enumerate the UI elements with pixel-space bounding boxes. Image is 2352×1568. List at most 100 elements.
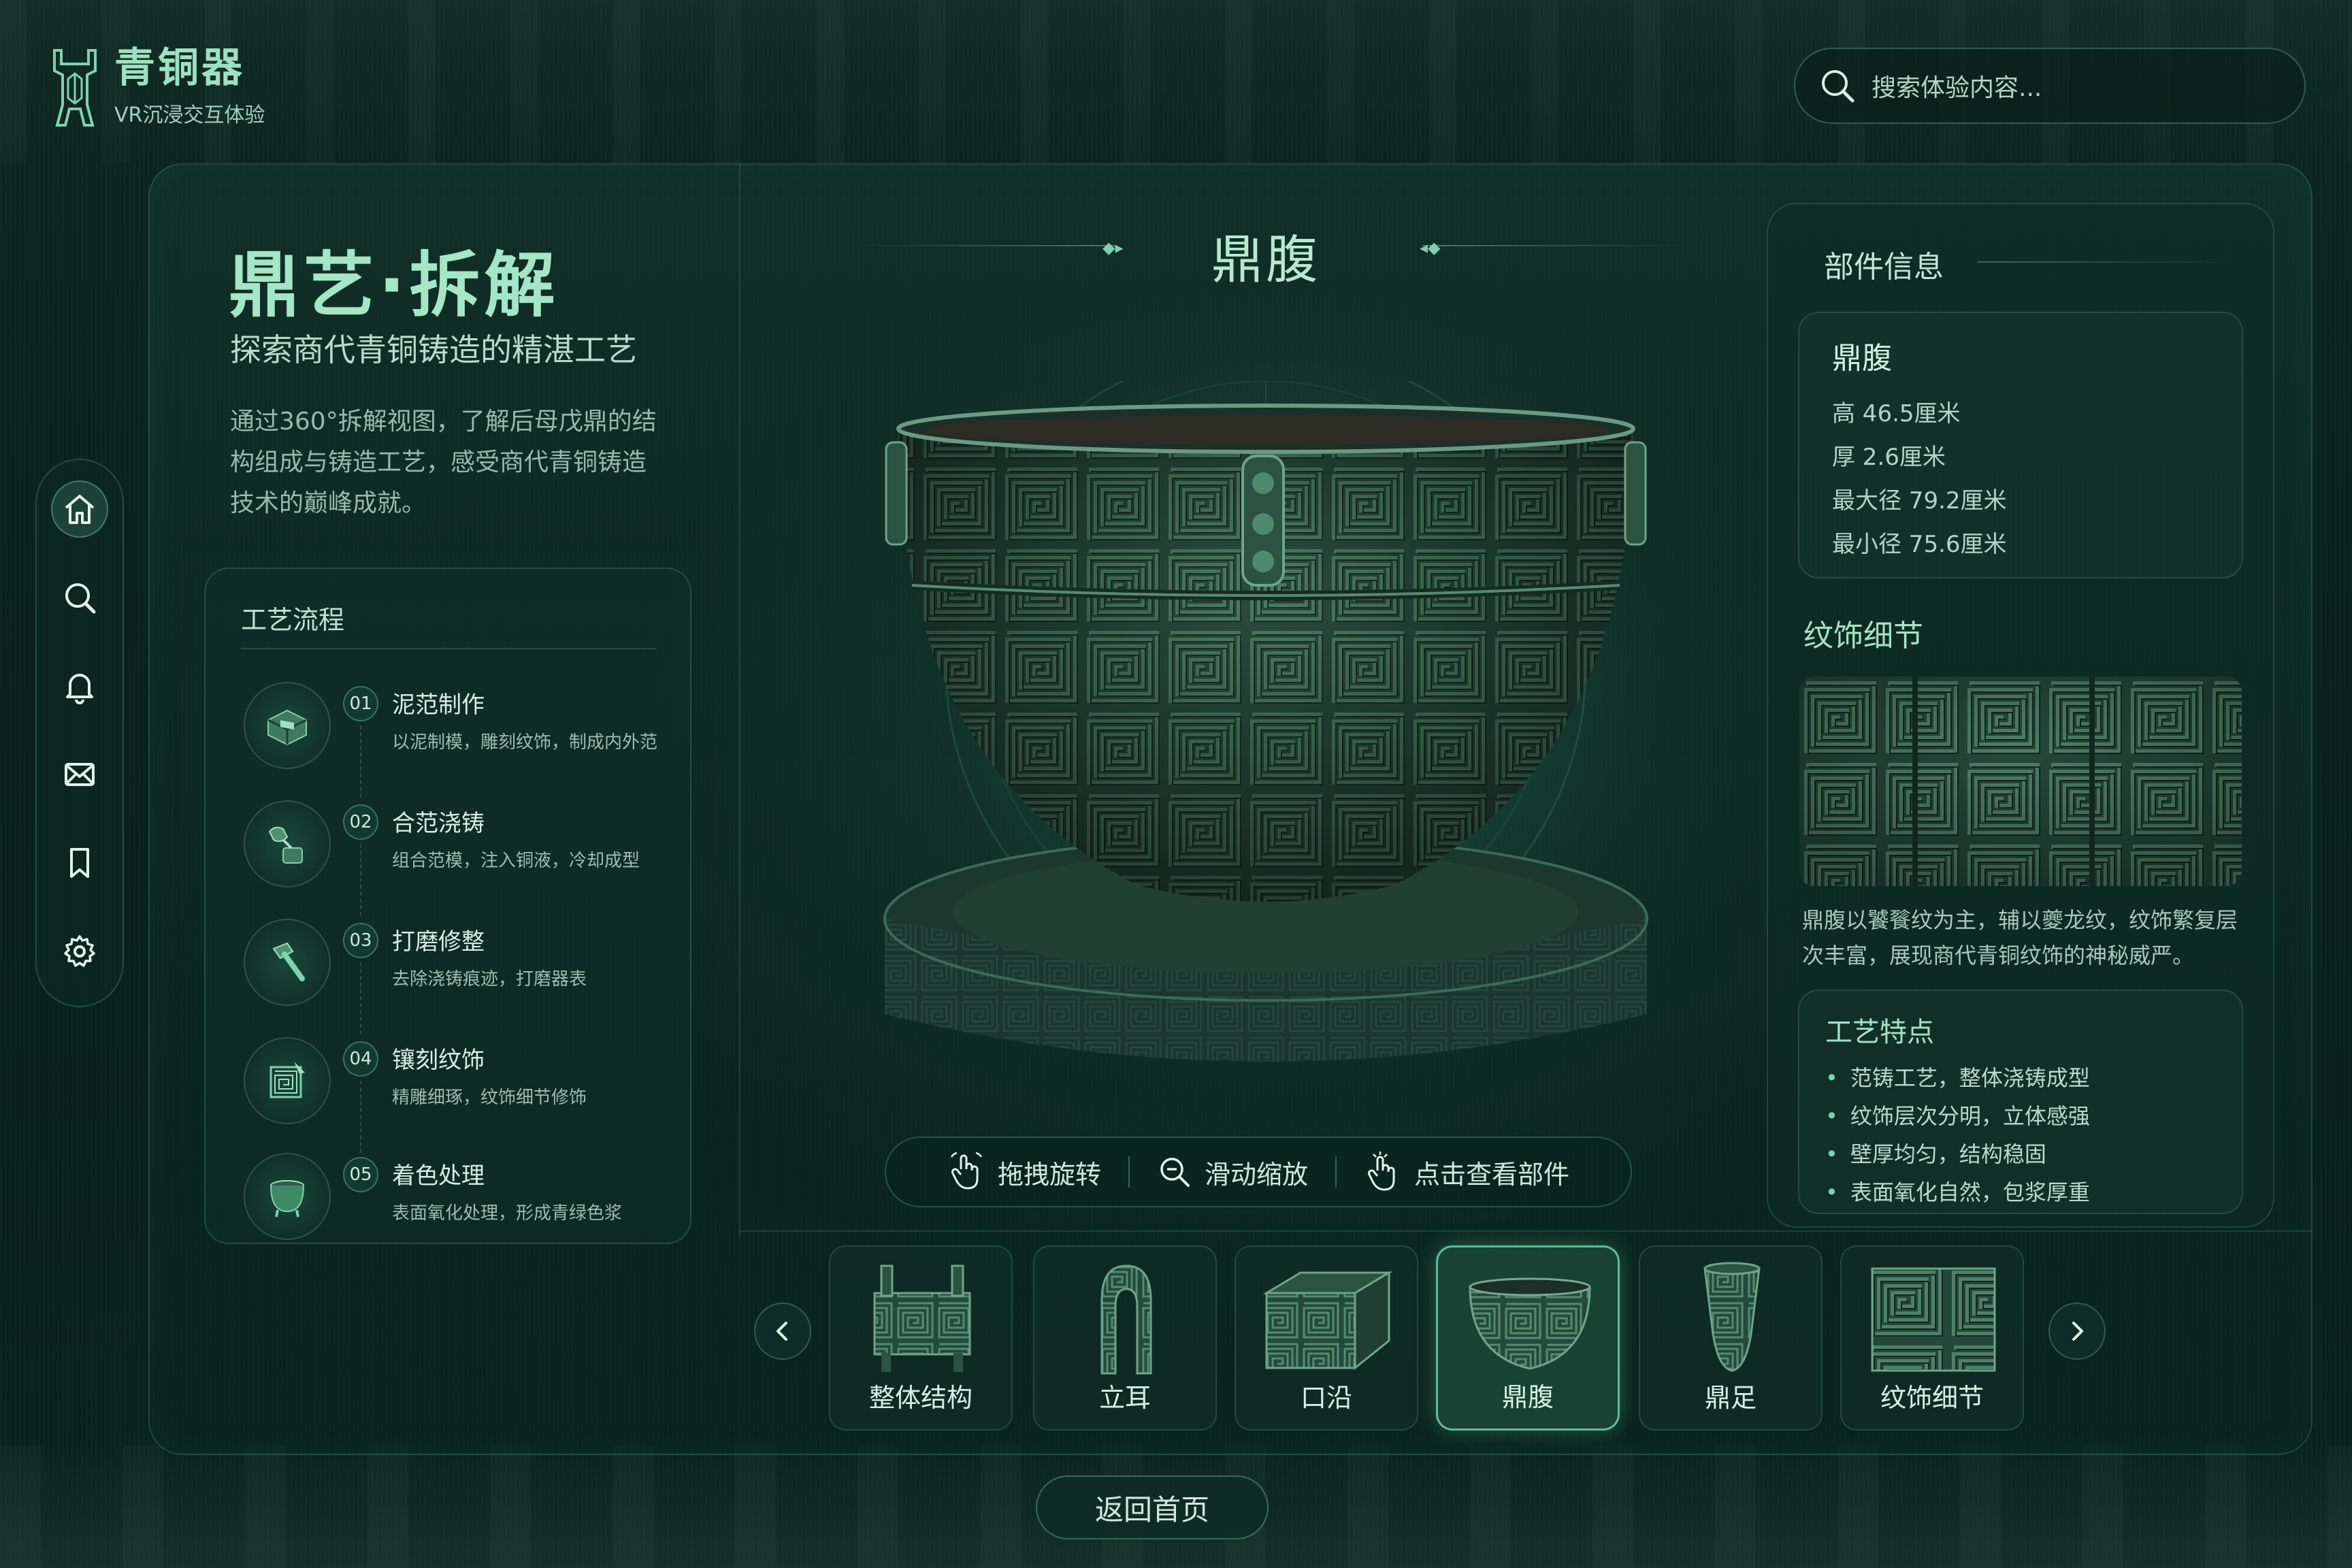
gear-icon (64, 935, 95, 967)
hint-tap-part[interactable]: 点击查看部件 (1364, 1152, 1569, 1192)
step-description: 去除浇铸痕迹，打磨器表 (392, 969, 587, 990)
hint-zoom[interactable]: 滑动缩放 (1157, 1154, 1308, 1191)
part-name: 鼎腹 (1832, 341, 1892, 376)
sidebar-item-home[interactable] (51, 480, 108, 538)
step-name: 镶刻纹饰 (392, 1047, 485, 1074)
divider (739, 163, 740, 1239)
sidebar-item-bookmarks[interactable] (51, 834, 108, 892)
back-home-button[interactable]: 返回首页 (1036, 1475, 1269, 1539)
search-icon (65, 583, 96, 614)
drag-hand-icon (950, 1152, 983, 1190)
process-step[interactable]: 04 镶刻纹饰 精雕细琢，纹饰细节修饰 (244, 1037, 679, 1153)
step-connector (360, 1081, 361, 1153)
tap-hand-icon (1368, 1152, 1395, 1191)
home-icon (65, 495, 95, 524)
interaction-hints: 拖拽旋转 滑动缩放 点击查看部件 (885, 1137, 1632, 1207)
page-description: 通过360°拆解视图，了解后母戊鼎的结构组成与铸造工艺，感受商代青铜铸造技术的巅… (230, 408, 657, 517)
sidebar-item-notifications[interactable] (51, 657, 108, 715)
rim-image (1262, 1271, 1393, 1371)
3d-model-viewport[interactable] (837, 381, 1695, 1102)
divider (1128, 1156, 1130, 1188)
part-label: 鼎腹 (1501, 1382, 1554, 1412)
step-name: 泥范制作 (392, 691, 485, 719)
process-step[interactable]: 05 着色处理 表面氧化处理，形成青绿色浆 (244, 1153, 679, 1255)
step-connector (360, 844, 361, 916)
sidebar-item-settings[interactable] (51, 923, 108, 980)
spec-height: 高 46.5厘米 (1832, 400, 1961, 427)
mold-icon (267, 709, 307, 746)
spec-max-diameter: 最大径 79.2厘米 (1832, 487, 2007, 514)
bookmark-icon (70, 848, 89, 878)
step-connector (360, 962, 361, 1034)
search-placeholder: 搜索体验内容... (1872, 74, 2042, 102)
pattern-description: 鼎腹以饕餮纹为主，辅以夔龙纹，纹饰繁复层次丰富，展现商代青铜纹饰的神秘威严。 (1802, 907, 2238, 968)
page-title: 鼎艺·拆解 (229, 244, 559, 327)
prev-button[interactable] (754, 1303, 811, 1360)
sidebar (35, 459, 124, 1007)
part-thumbnail-leg[interactable]: 鼎足 (1639, 1245, 1823, 1431)
spec-min-diameter: 最小径 75.6厘米 (1832, 531, 2007, 558)
step-name: 合范浇铸 (392, 810, 485, 837)
hint-label: 拖拽旋转 (997, 1159, 1101, 1190)
process-step[interactable]: 02 合范浇铸 组合范模，注入铜液，冷却成型 (244, 800, 679, 916)
part-thumbnail-belly[interactable]: 鼎腹 (1436, 1245, 1620, 1431)
page-subtitle: 探索商代青铜铸造的精湛工艺 (230, 331, 637, 368)
bell-icon (66, 674, 93, 704)
process-step[interactable]: 01 泥范制作 以泥制模，雕刻纹饰，制成内外范 (244, 682, 679, 798)
viewer-title: 鼎腹 (1211, 229, 1320, 290)
step-connector (360, 725, 361, 798)
whole-structure-image (873, 1264, 971, 1372)
carving-icon (270, 1062, 305, 1098)
part-thumbnail-pattern[interactable]: 纹饰细节 (1840, 1245, 2024, 1431)
part-label: 纹饰细节 (1880, 1383, 1984, 1413)
part-label: 立耳 (1098, 1383, 1151, 1413)
search-input[interactable]: 搜索体验内容... (1794, 48, 2306, 124)
hammer-icon (272, 942, 305, 981)
part-thumbnail-rim[interactable]: 口沿 (1235, 1245, 1418, 1431)
pattern-detail-image[interactable] (1799, 676, 2242, 886)
features-card: 工艺特点 范铸工艺，整体浇铸成型 纹饰层次分明，立体感强 壁厚均匀，结构稳固 表… (1798, 990, 2243, 1214)
features-title: 工艺特点 (1825, 1017, 1934, 1048)
part-label: 整体结构 (868, 1383, 973, 1413)
next-button[interactable] (2048, 1303, 2106, 1360)
feature-item: 表面氧化自然，包浆厚重 (1825, 1173, 2090, 1211)
divider (739, 1230, 2313, 1232)
divider (241, 648, 656, 649)
heading-rule (1978, 261, 2236, 263)
feature-item: 纹饰层次分明，立体感强 (1825, 1097, 2090, 1135)
sidebar-item-messages[interactable] (51, 746, 108, 803)
spec-card: 鼎腹 高 46.5厘米 厚 2.6厘米 最大径 79.2厘米 最小径 75.6厘… (1798, 312, 2243, 578)
step-number: 03 (343, 923, 378, 958)
step-name: 着色处理 (392, 1162, 485, 1190)
ladle-icon (268, 826, 303, 864)
part-thumbnail-whole[interactable]: 整体结构 (829, 1245, 1013, 1431)
step-description: 组合范模，注入铜液，冷却成型 (392, 851, 640, 871)
arrow-left-icon: ◂◆ (1420, 238, 1441, 257)
process-title: 工艺流程 (241, 605, 345, 635)
leg-image (1703, 1262, 1761, 1372)
spec-thickness: 厚 2.6厘米 (1832, 444, 1946, 471)
info-heading: 部件信息 (1824, 250, 1944, 284)
standing-ear-image (1100, 1264, 1152, 1375)
search-icon (1822, 70, 1855, 103)
sidebar-item-search[interactable] (51, 569, 108, 626)
chevron-left-icon (777, 1322, 787, 1341)
arrow-right-icon: ◆▸ (1102, 238, 1124, 257)
cauldron-icon (270, 1180, 304, 1218)
hint-drag-rotate[interactable]: 拖拽旋转 (947, 1152, 1101, 1192)
divider (1335, 1156, 1337, 1188)
process-step[interactable]: 03 打磨修整 去除浇铸痕迹，打磨器表 (244, 919, 679, 1034)
step-description: 表面氧化处理，形成青绿色浆 (392, 1203, 623, 1224)
title-ornament-right (1422, 245, 1688, 246)
zoom-out-icon (1160, 1158, 1190, 1187)
step-description: 精雕细琢，纹饰细节修饰 (392, 1088, 587, 1108)
process-card: 工艺流程 01 泥范制作 以泥制模，雕刻纹饰，制成内外范 02 合范浇铸 组合范… (204, 568, 691, 1244)
title-ornament-left (851, 245, 1116, 246)
ding-belly-model (885, 404, 1647, 902)
part-thumbnail-ear[interactable]: 立耳 (1033, 1245, 1217, 1431)
step-name: 打磨修整 (392, 928, 485, 956)
pattern-detail-image (1871, 1267, 1996, 1372)
bronze-vessel-logo-icon (53, 49, 97, 127)
step-number: 02 (343, 804, 378, 840)
step-number: 04 (343, 1041, 378, 1077)
